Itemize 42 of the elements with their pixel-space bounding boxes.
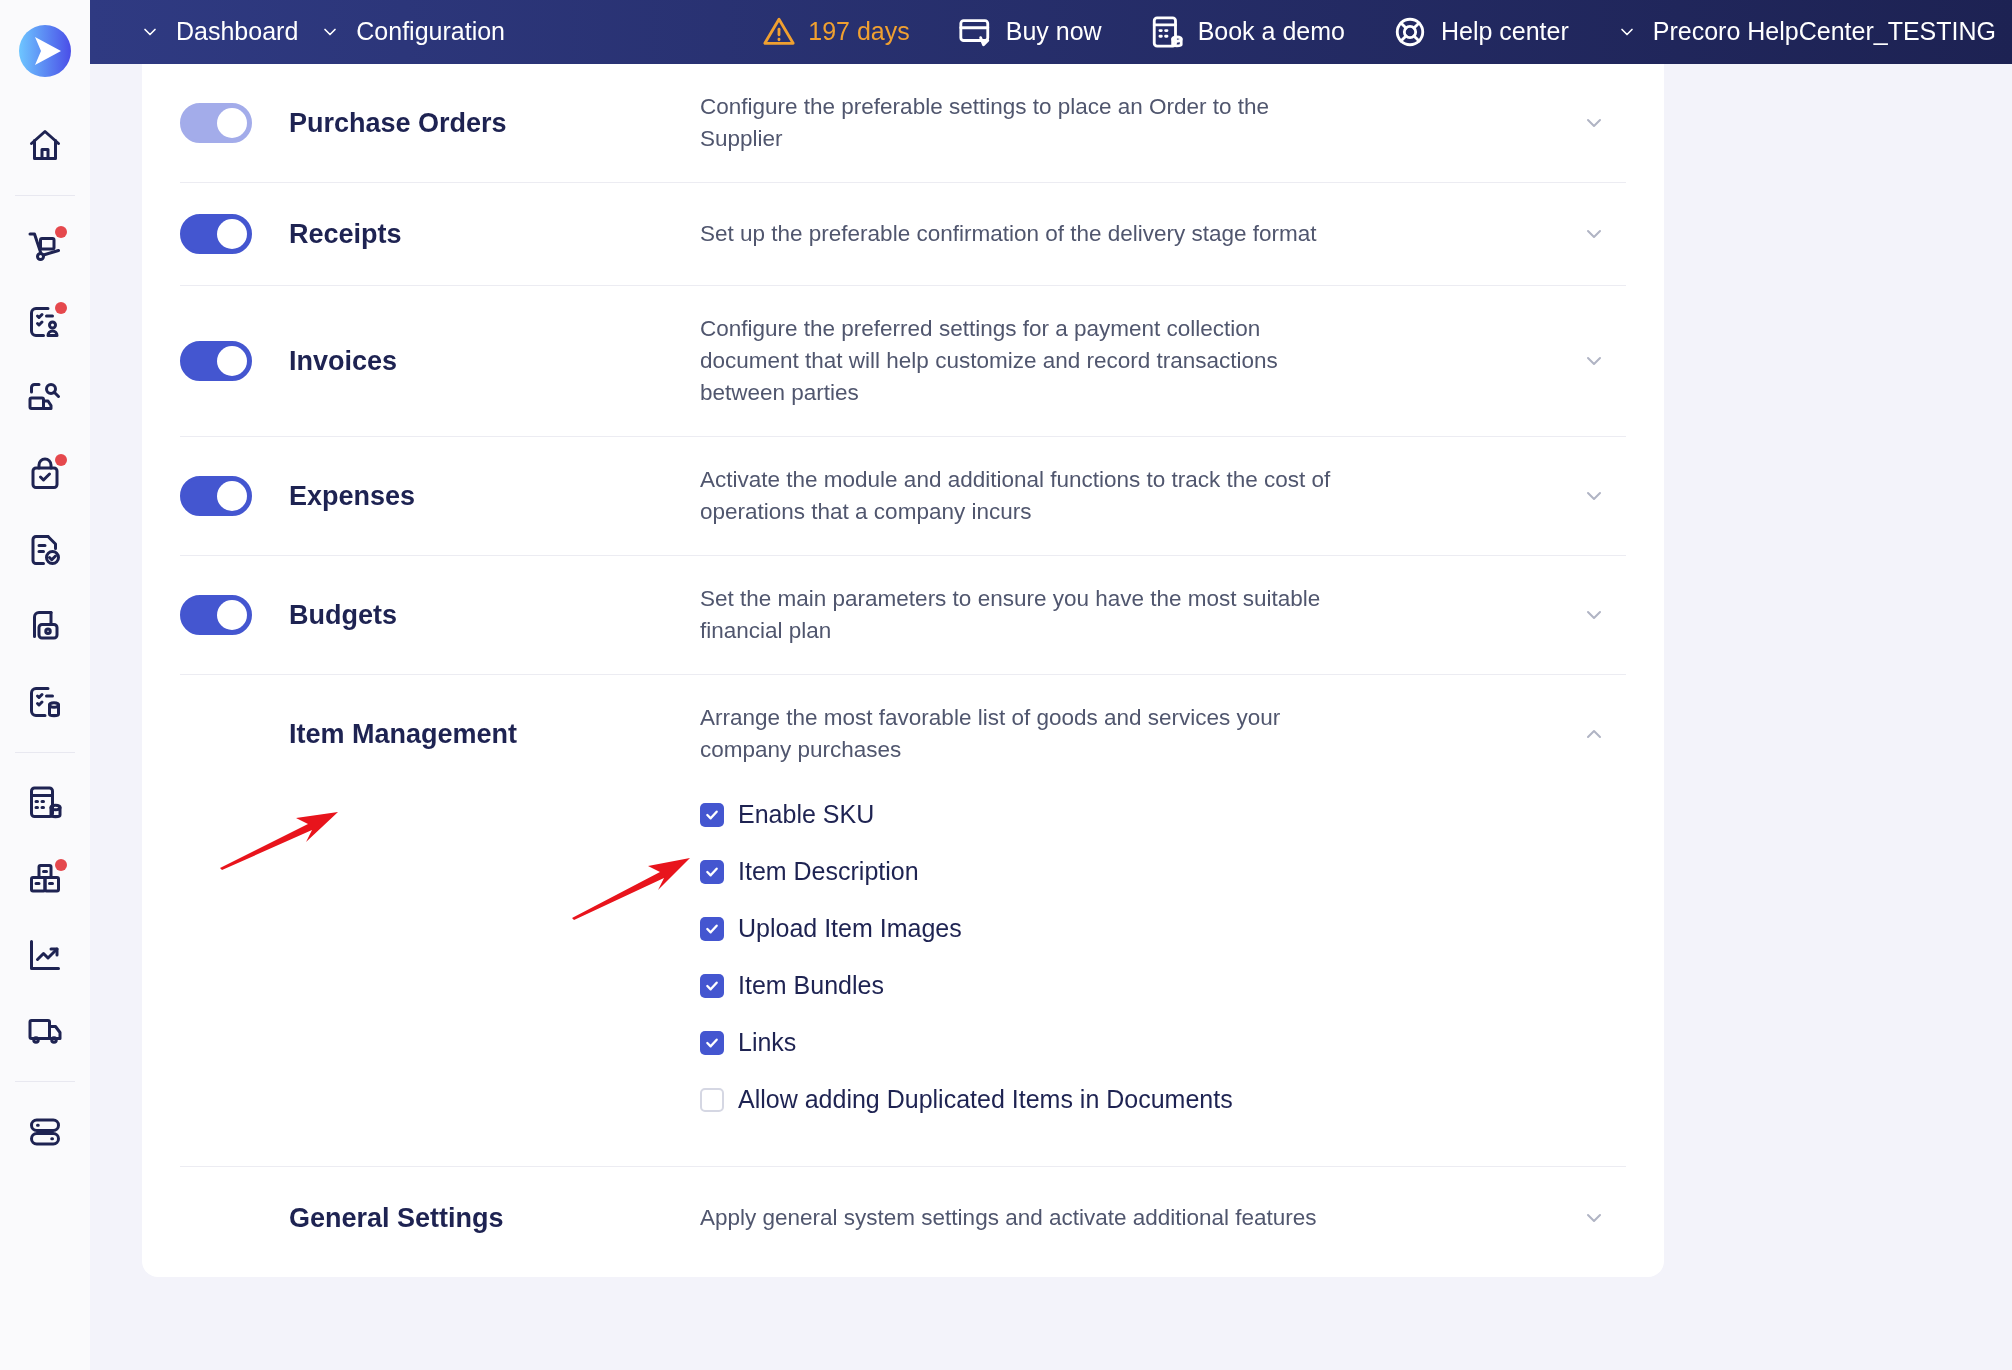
logo-icon[interactable] (19, 25, 71, 77)
module-title: Invoices (289, 344, 399, 378)
checkbox[interactable] (700, 973, 724, 998)
checkbox[interactable] (700, 802, 724, 827)
checkbox-label: Upload Item Images (738, 912, 962, 944)
checklist-database-icon (27, 684, 63, 720)
module-description: Arrange the most favorable list of goods and services your company purchases (700, 704, 1282, 764)
nav-menu[interactable]: Dashboard (140, 13, 299, 51)
checkbox[interactable] (700, 1030, 724, 1055)
module-title: General Settings (289, 1201, 505, 1235)
calculator-database-icon (27, 785, 63, 821)
module-description: Configure the preferable settings to place an Order to the Supplier (700, 93, 1271, 153)
checkbox-label: Item Bundles (738, 969, 884, 1001)
module-title: Purchase Orders (289, 106, 508, 140)
module-description: Apply general system settings and activate additional features (700, 1204, 1318, 1232)
module-title: Receipts (289, 217, 403, 251)
toggle-switch[interactable] (180, 214, 252, 254)
checkbox-label: Enable SKU (738, 798, 875, 830)
checkbox-label: Item Description (738, 855, 919, 887)
module-description: Activate the module and additional functions to track the cost of operations that a company incurs (700, 466, 1332, 526)
module-title: Expenses (289, 479, 417, 513)
chart-line-icon (27, 937, 63, 973)
top-bar-link[interactable]: Buy now (957, 13, 1102, 51)
checkbox[interactable] (700, 1087, 724, 1112)
module-title: Item Management (289, 717, 519, 751)
checkbox-label: Allow adding Duplicated Items in Documents (738, 1083, 1233, 1115)
top-bar-link[interactable]: Book a demo (1149, 13, 1345, 51)
module-title: Budgets (289, 598, 398, 632)
module-description: Set up the preferable confirmation of the delivery stage format (700, 220, 1318, 248)
module-description: Set the main parameters to ensure you have the most suitable financial plan (700, 585, 1322, 645)
trial-days-notice: 197 days (762, 13, 910, 51)
toggle-switch[interactable] (180, 341, 252, 381)
module-description: Configure the preferred settings for a payment collection document that will help customize and record transactions between parties (700, 315, 1279, 407)
account-menu[interactable]: Precoro HelpCenter_TESTING (1616, 13, 1996, 51)
home-icon (27, 127, 63, 163)
nav-menu[interactable]: Configuration (320, 13, 506, 51)
top-bar-link[interactable]: Help center (1392, 13, 1569, 51)
checkbox[interactable] (700, 916, 724, 941)
checkbox-label: Links (738, 1026, 797, 1058)
checkbox[interactable] (700, 859, 724, 884)
toggle-switch[interactable] (180, 595, 252, 635)
toggle-switch[interactable] (180, 476, 252, 516)
